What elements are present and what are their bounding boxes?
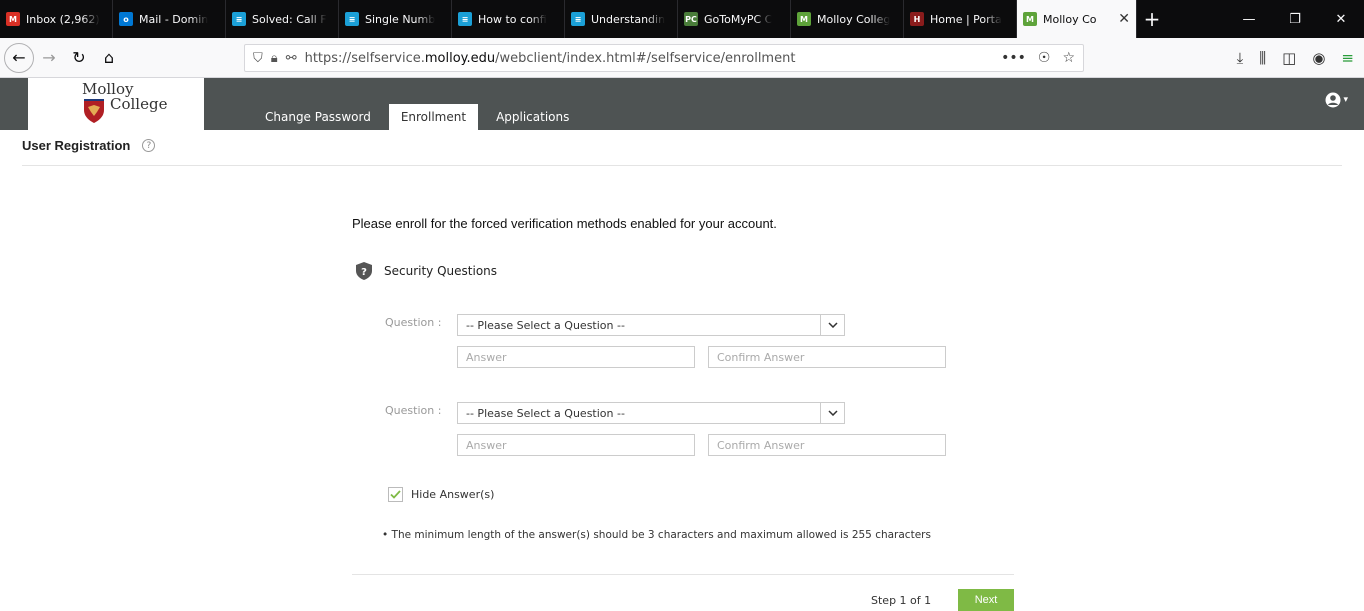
- browser-tab-label: Single Numb: [365, 12, 436, 26]
- gmail-icon: M: [6, 12, 20, 26]
- security-shield-icon: ?: [356, 262, 372, 280]
- cisco-icon: ≡: [571, 12, 585, 26]
- hide-answers-checkbox[interactable]: [388, 487, 403, 502]
- new-tab-button[interactable]: +: [1137, 0, 1167, 38]
- window-close-icon[interactable]: ✕: [1318, 0, 1364, 38]
- close-icon[interactable]: ✕: [1118, 11, 1130, 27]
- security-questions-header: ? Security Questions: [356, 262, 497, 280]
- hide-answers-label[interactable]: Hide Answer(s): [411, 488, 494, 501]
- account-icon[interactable]: ◉: [1312, 49, 1325, 67]
- back-arrow-icon[interactable]: ←: [4, 42, 34, 73]
- browser-tab-label: Solved: Call F: [252, 12, 327, 26]
- browser-tab[interactable]: ≡ Single Numb: [339, 0, 452, 38]
- section-title: Security Questions: [384, 264, 498, 278]
- browser-tab-label: Inbox (2,962): [26, 12, 100, 26]
- chevron-down-icon[interactable]: [820, 315, 844, 335]
- question-2-label: Question :: [385, 404, 442, 417]
- minimize-icon[interactable]: —: [1226, 0, 1272, 38]
- chevron-down-icon[interactable]: [820, 403, 844, 423]
- cisco-icon: ≡: [232, 12, 246, 26]
- page-title: User Registration: [22, 138, 131, 153]
- tab-applications[interactable]: Applications: [484, 104, 581, 130]
- divider: [352, 574, 1014, 575]
- browser-tab-label: Molloy Co: [1043, 12, 1097, 26]
- library-icon[interactable]: ⫼: [1259, 49, 1266, 67]
- menu-update-icon[interactable]: ≡: [1341, 49, 1354, 67]
- checkmark-icon: [390, 490, 401, 499]
- tab-change-password[interactable]: Change Password: [253, 104, 383, 130]
- reload-icon[interactable]: ↻: [64, 43, 94, 73]
- answer-2-field[interactable]: [457, 434, 695, 456]
- browser-tab-active[interactable]: M Molloy Co ✕: [1017, 0, 1137, 38]
- answer-length-note: • The minimum length of the answer(s) sh…: [382, 529, 931, 541]
- user-menu[interactable]: ▾: [1325, 92, 1348, 108]
- gotomypc-icon: PC: [684, 12, 698, 26]
- pocket-icon[interactable]: ☉: [1038, 50, 1051, 66]
- browser-tab[interactable]: ≡ Understandin: [565, 0, 678, 38]
- question-1-selected-value: -- Please Select a Question --: [466, 318, 625, 332]
- browser-tab[interactable]: PC GoToMyPC C: [678, 0, 791, 38]
- question-1-select[interactable]: -- Please Select a Question --: [457, 314, 845, 336]
- tab-enrollment[interactable]: Enrollment: [388, 104, 479, 130]
- question-2-selected-value: -- Please Select a Question --: [466, 406, 625, 420]
- browser-tab[interactable]: M Inbox (2,962): [0, 0, 113, 38]
- browser-tab[interactable]: H Home | Porta: [904, 0, 1017, 38]
- browser-tab-label: Home | Porta: [930, 12, 1002, 26]
- cisco-icon: ≡: [345, 12, 359, 26]
- more-actions-icon[interactable]: •••: [1001, 50, 1026, 66]
- permissions-icon[interactable]: ⚯: [286, 51, 297, 66]
- question-2-select[interactable]: -- Please Select a Question --: [457, 402, 845, 424]
- browser-tab[interactable]: ≡ How to confi: [452, 0, 565, 38]
- sidebar-icon[interactable]: ◫: [1282, 49, 1296, 67]
- caret-down-icon: ▾: [1343, 95, 1348, 105]
- lock-icon[interactable]: 🔒︎: [271, 51, 278, 66]
- outlook-icon: o: [119, 12, 133, 26]
- app-header: Molloy College Change Password Enrollmen…: [0, 78, 1364, 130]
- answer-1-field[interactable]: [457, 346, 695, 368]
- browser-tab-label: How to confi: [478, 12, 547, 26]
- logo-text-line2: College: [110, 95, 168, 113]
- browser-tab[interactable]: ≡ Solved: Call F: [226, 0, 339, 38]
- forward-arrow-icon[interactable]: →: [34, 43, 64, 73]
- shield-crest-icon: [84, 99, 104, 123]
- divider: [22, 165, 1342, 166]
- molloy-icon: M: [1023, 12, 1037, 26]
- cisco-icon: ≡: [458, 12, 472, 26]
- restore-icon[interactable]: ❐: [1272, 0, 1318, 38]
- browser-tab[interactable]: o Mail - Domin: [113, 0, 226, 38]
- bookmark-star-icon[interactable]: ☆: [1062, 50, 1075, 66]
- step-indicator: Step 1 of 1: [871, 594, 932, 607]
- molloy-college-logo[interactable]: Molloy College: [28, 78, 204, 130]
- url-bar[interactable]: ⛉ 🔒︎ ⚯ https://selfservice.molloy.edu/we…: [244, 44, 1084, 72]
- instruction-text: Please enroll for the forced verificatio…: [352, 216, 777, 231]
- svg-text:?: ?: [361, 267, 367, 278]
- url-text: https://selfservice.molloy.edu/webclient…: [304, 50, 796, 66]
- help-icon[interactable]: ?: [142, 139, 156, 152]
- shield-icon[interactable]: ⛉: [253, 51, 263, 66]
- browser-tab-label: Understandin: [591, 12, 666, 26]
- hide-answers-row: Hide Answer(s): [388, 487, 494, 502]
- app-nav-tabs: Change Password Enrollment Applications: [253, 78, 587, 130]
- browser-nav-bar: ← → ↻ ⌂ ⛉ 🔒︎ ⚯ https://selfservice.mollo…: [0, 38, 1364, 78]
- browser-tab-label: Molloy Colleg: [817, 12, 891, 26]
- confirm-answer-1-field[interactable]: [708, 346, 946, 368]
- user-icon: [1325, 92, 1341, 108]
- question-1-label: Question :: [385, 316, 442, 329]
- browser-tab-strip: M Inbox (2,962) o Mail - Domin ≡ Solved: Ca…: [0, 0, 1364, 38]
- home-icon[interactable]: ⌂: [94, 43, 124, 73]
- molloy-icon: M: [797, 12, 811, 26]
- browser-tab-label: GoToMyPC C: [704, 12, 773, 26]
- browser-tab-label: Mail - Domin: [139, 12, 209, 26]
- portal-icon: H: [910, 12, 924, 26]
- confirm-answer-2-field[interactable]: [708, 434, 946, 456]
- download-icon[interactable]: ⤓: [1237, 49, 1244, 67]
- browser-tab[interactable]: M Molloy Colleg: [791, 0, 904, 38]
